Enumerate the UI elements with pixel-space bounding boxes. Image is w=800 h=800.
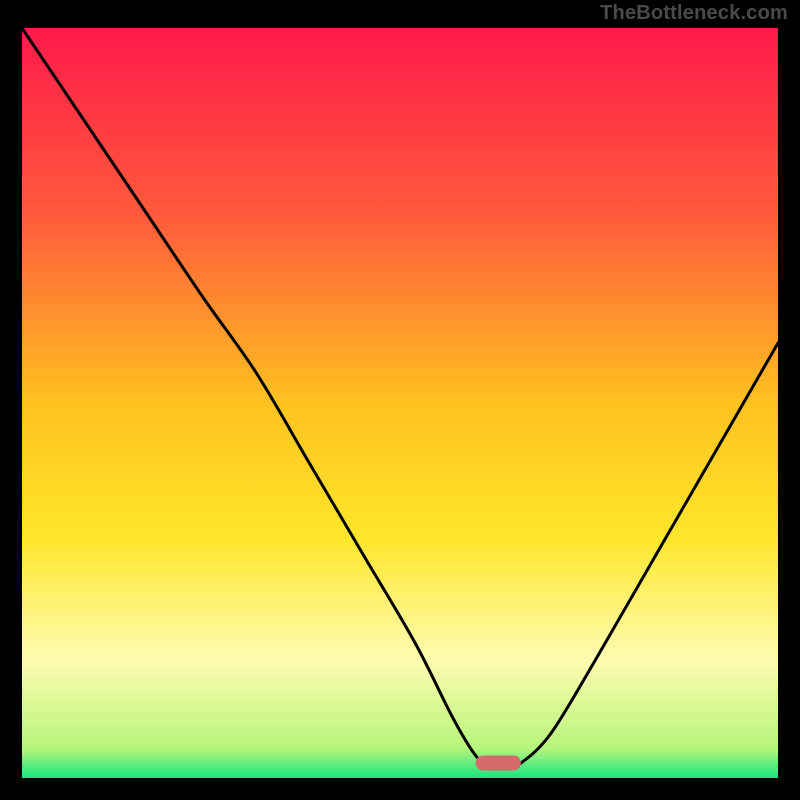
optimal-marker xyxy=(476,756,521,771)
chart-svg xyxy=(22,28,778,778)
chart-plot xyxy=(22,28,778,778)
chart-frame: TheBottleneck.com xyxy=(0,0,800,800)
gradient-background xyxy=(22,28,778,778)
watermark-label: TheBottleneck.com xyxy=(600,2,788,25)
